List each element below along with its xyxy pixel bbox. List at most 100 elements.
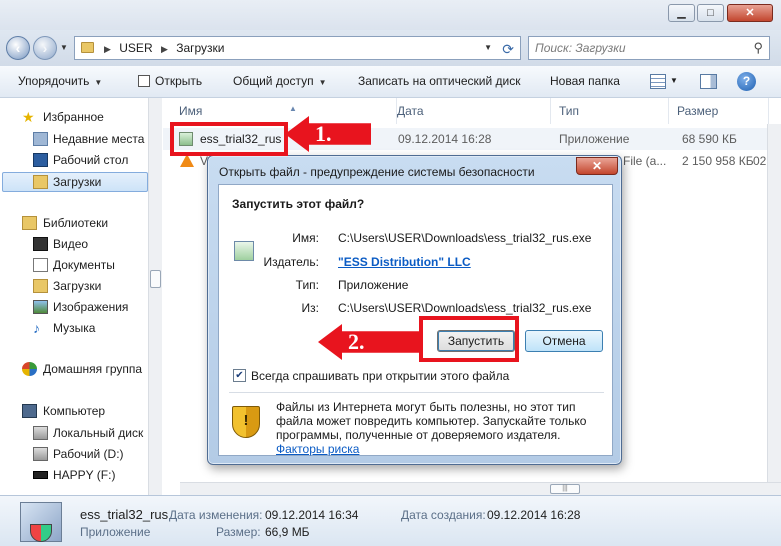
details-size-label: Размер: <box>216 525 261 539</box>
breadcrumb-downloads[interactable]: Загрузки <box>176 41 224 55</box>
publisher-link[interactable]: "ESS Distribution" LLC <box>338 255 471 269</box>
details-pane: ess_trial32_rus Приложение Дата изменени… <box>0 495 781 546</box>
column-header-name[interactable]: Имя ▲ <box>171 98 397 124</box>
nav-scrollbar[interactable] <box>148 98 162 495</box>
search-input[interactable]: Поиск: Загрузки ⚲ <box>528 36 770 60</box>
documents-icon <box>33 258 48 272</box>
open-app-icon <box>138 75 150 87</box>
details-created-label: Дата создания: <box>401 508 486 522</box>
nav-label: Документы <box>53 258 115 272</box>
always-ask-label[interactable]: Всегда спрашивать при открытии этого фай… <box>251 369 509 383</box>
column-header-type[interactable]: Тип <box>551 98 669 124</box>
nav-label: Компьютер <box>43 404 106 418</box>
annotation-highlight-file <box>170 122 288 156</box>
name-label: Имя: <box>292 231 319 245</box>
publisher-label: Издатель: <box>263 255 320 269</box>
sort-ascending-icon: ▲ <box>289 104 297 113</box>
maximize-button[interactable]: □ <box>697 4 724 22</box>
back-button[interactable]: ‹ <box>6 36 30 60</box>
security-shield-icon: ! <box>232 406 260 438</box>
nav-label: Рабочий (D:) <box>53 447 124 461</box>
close-window-button[interactable]: ✕ <box>727 4 773 22</box>
command-toolbar: Упорядочить ▼ Открыть Общий доступ ▼ Запис… <box>0 66 781 98</box>
column-header-size[interactable]: Размер <box>669 98 769 124</box>
downloads-folder-icon <box>33 279 48 293</box>
security-warning-dialog: Открыть файл - предупреждение системы бе… <box>207 155 622 465</box>
horizontal-scroll-thumb[interactable]: ||| <box>550 484 580 494</box>
help-icon[interactable]: ? <box>737 72 756 91</box>
dialog-body: Запустить этот файл? Имя: C:\Users\USER\… <box>218 184 613 456</box>
share-button[interactable]: Общий доступ ▼ <box>233 74 327 88</box>
nav-label: Загрузки <box>53 279 102 293</box>
nav-label: Изображения <box>53 300 129 314</box>
recent-places-icon <box>33 132 48 146</box>
desktop-icon <box>33 153 48 167</box>
preview-pane-icon[interactable] <box>700 74 717 89</box>
address-dropdown-icon[interactable]: ▼ <box>484 37 492 59</box>
details-file-name: ess_trial32_rus <box>80 507 169 522</box>
dialog-heading: Запустить этот файл? <box>232 197 365 211</box>
risk-factors-link[interactable]: Факторы риска <box>276 442 359 456</box>
details-file-type: Приложение <box>80 525 151 539</box>
address-bar[interactable]: ▶ USER ▶ Загрузки ▼ ⟳ <box>74 36 521 60</box>
nav-label: Загрузки <box>53 175 102 189</box>
chevron-down-icon[interactable]: ▼ <box>670 76 678 85</box>
chevron-down-icon: ▼ <box>94 78 103 87</box>
folder-icon <box>81 42 94 53</box>
dialog-title: Открыть файл - предупреждение системы бе… <box>219 165 535 179</box>
nav-label: Библиотеки <box>43 216 109 230</box>
organize-label: Упорядочить <box>18 74 90 88</box>
navigation-pane: ★ Избранное Недавние места Рабочий стол … <box>0 98 148 495</box>
address-row: ‹ › ▼ ▶ USER ▶ Загрузки ▼ ⟳ Поиск: Загру… <box>0 30 781 66</box>
name-value: C:\Users\USER\Downloads\ess_trial32_rus.… <box>338 231 592 245</box>
file-date: 09.12.2014 16:28 <box>398 132 492 146</box>
open-label: Открыть <box>155 74 203 88</box>
libraries-icon <box>22 216 37 230</box>
search-placeholder: Поиск: Загрузки <box>535 41 626 55</box>
annotation-highlight-run <box>419 316 519 362</box>
history-dropdown-icon[interactable]: ▼ <box>60 43 68 52</box>
file-extra: 02 <box>753 154 767 168</box>
file-size: 2 150 958 КБ <box>682 154 754 168</box>
nav-scroll-thumb[interactable] <box>150 270 161 288</box>
images-icon <box>33 300 48 314</box>
dialog-divider <box>229 392 604 393</box>
warning-text: Файлы из Интернета могут быть полезны, н… <box>276 400 606 456</box>
warning-message: Файлы из Интернета могут быть полезны, н… <box>276 400 587 442</box>
cancel-button[interactable]: Отмена <box>525 330 603 352</box>
burn-button[interactable]: Записать на оптический диск <box>358 74 521 88</box>
always-ask-checkbox[interactable]: ✔ <box>233 369 246 382</box>
nav-label: Домашняя группа <box>43 362 143 376</box>
share-label: Общий доступ <box>233 74 314 88</box>
downloads-folder-icon <box>33 175 48 189</box>
type-value: Приложение <box>338 278 409 292</box>
minimize-button[interactable]: ▁ <box>668 4 695 22</box>
organize-button[interactable]: Упорядочить ▼ <box>18 74 102 88</box>
type-label: Тип: <box>295 278 319 292</box>
nav-label: Рабочий стол <box>53 153 129 167</box>
nav-label: HAPPY (F:) <box>53 468 116 482</box>
drive-icon <box>33 426 48 440</box>
forward-button[interactable]: › <box>33 36 57 60</box>
drive-icon <box>33 447 48 461</box>
open-button[interactable]: Открыть <box>138 74 202 88</box>
column-label: Имя <box>179 104 203 118</box>
chevron-down-icon: ▼ <box>318 78 327 87</box>
breadcrumb-user[interactable]: USER <box>119 41 152 55</box>
column-header-date[interactable]: Дата <box>389 98 551 124</box>
computer-icon <box>22 404 37 418</box>
homegroup-icon <box>22 362 37 376</box>
details-modified-value: 09.12.2014 16:34 <box>265 508 359 522</box>
file-list-scrollbar[interactable] <box>767 124 781 495</box>
usb-drive-icon <box>33 471 48 479</box>
search-icon[interactable]: ⚲ <box>753 37 763 59</box>
window-titlebar: ▁ □ ✕ <box>0 0 781 30</box>
file-type: File (a... <box>623 154 667 168</box>
new-folder-button[interactable]: Новая папка <box>550 74 620 88</box>
video-icon <box>33 237 48 251</box>
horizontal-scrollbar[interactable]: ||| <box>180 482 781 495</box>
dialog-close-button[interactable]: ✕ <box>576 157 618 175</box>
view-options-icon[interactable] <box>650 74 666 89</box>
refresh-icon[interactable]: ⟳ <box>502 38 514 60</box>
file-size: 68 590 КБ <box>682 132 737 146</box>
